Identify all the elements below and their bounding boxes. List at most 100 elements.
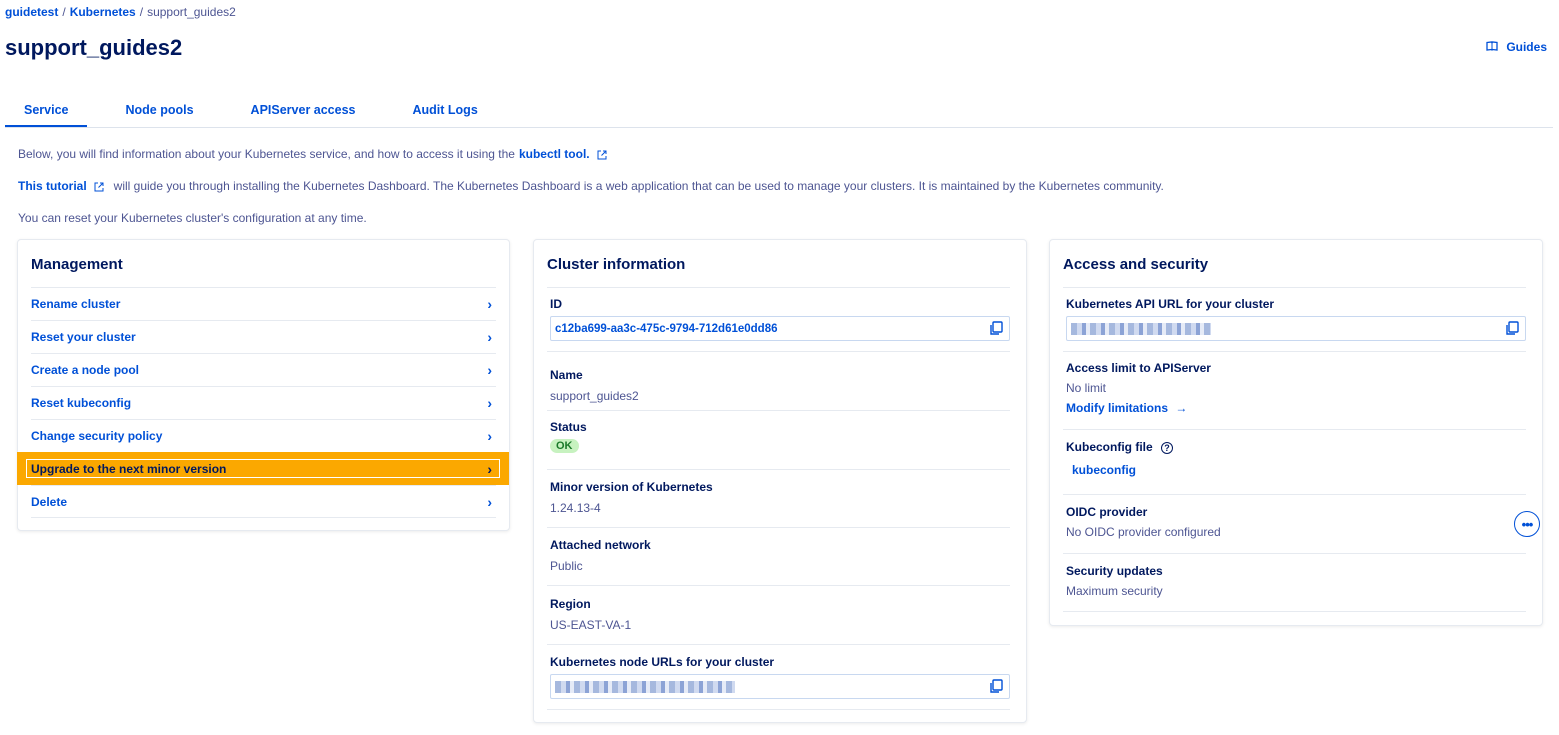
oidc-field: OIDC provider No OIDC provider configure…	[1063, 495, 1540, 554]
kubeconfig-download-link[interactable]: kubeconfig	[1072, 463, 1526, 477]
guides-label: Guides	[1506, 40, 1547, 54]
cluster-info-title: Cluster information	[547, 256, 686, 273]
tab-apiserver-access[interactable]: APIServer access	[232, 93, 375, 127]
change-security-policy-button[interactable]: Change security policy ›	[31, 419, 496, 452]
access-security-title: Access and security	[1063, 256, 1209, 273]
delete-label: Delete	[31, 494, 68, 509]
node-urls-field: Kubernetes node URLs for your cluster	[547, 645, 1010, 710]
network-field: Attached network Public	[547, 528, 1010, 586]
rename-cluster-label: Rename cluster	[31, 297, 121, 311]
upgrade-minor-version-label: Upgrade to the next minor version	[31, 461, 227, 476]
version-value: 1.24.13-4	[550, 501, 601, 515]
management-tile: Management Rename cluster › Reset your c…	[17, 239, 510, 531]
rename-cluster-button[interactable]: Rename cluster ›	[31, 287, 496, 320]
management-title: Management	[31, 256, 123, 273]
cluster-name-field: Name support_guides2	[547, 352, 1010, 411]
api-url-field: Kubernetes API URL for your cluster	[1063, 287, 1526, 352]
id-label: ID	[550, 297, 562, 311]
region-label: Region	[550, 597, 591, 611]
oidc-label: OIDC provider	[1066, 505, 1148, 519]
kubeconfig-label-row: Kubeconfig file ?	[1066, 440, 1526, 454]
cluster-id-value[interactable]: c12ba699-aa3c-475c-9794-712d61e0dd86	[555, 323, 778, 335]
node-urls-label: Kubernetes node URLs for your cluster	[550, 655, 775, 669]
access-limit-label: Access limit to APIServer	[1066, 361, 1211, 375]
kubeconfig-label: Kubeconfig file	[1066, 440, 1153, 454]
chevron-right-icon: ›	[487, 428, 492, 444]
tab-service[interactable]: Service	[5, 93, 88, 127]
reset-cluster-label: Reset your cluster	[31, 330, 136, 344]
intro-text-2: will guide you through installing the Ku…	[113, 179, 1164, 193]
cluster-id-field: ID c12ba699-aa3c-475c-9794-712d61e0dd86	[547, 287, 1010, 352]
chevron-right-icon: ›	[487, 460, 492, 477]
kubectl-link[interactable]: kubectl tool.	[519, 147, 590, 161]
status-badge: OK	[550, 439, 579, 453]
region-field: Region US-EAST-VA-1	[547, 586, 1010, 645]
tab-bar: Service Node pools APIServer access Audi…	[5, 93, 1553, 128]
delete-button[interactable]: Delete ›	[31, 485, 496, 518]
upgrade-minor-version-button[interactable]: Upgrade to the next minor version ›	[17, 452, 509, 485]
reset-cluster-button[interactable]: Reset your cluster ›	[31, 320, 496, 353]
chevron-right-icon: ›	[487, 296, 492, 312]
tab-node-pools[interactable]: Node pools	[106, 93, 212, 127]
copy-icon[interactable]	[1505, 321, 1519, 336]
cluster-info-tile: Cluster information ID c12ba699-aa3c-475…	[533, 239, 1027, 723]
kubeconfig-field: Kubeconfig file ? kubeconfig	[1063, 430, 1526, 495]
external-link-icon	[94, 181, 104, 192]
node-urls-copy-box	[550, 674, 1010, 699]
intro-text-3: You can reset your Kubernetes cluster's …	[18, 211, 367, 225]
status-label: Status	[550, 420, 587, 434]
breadcrumb: guidetest / Kubernetes / support_guides2	[5, 5, 236, 19]
breadcrumb-separator: /	[139, 5, 144, 19]
chevron-right-icon: ›	[487, 493, 492, 510]
chevron-right-icon: ›	[487, 329, 492, 345]
breadcrumb-kubernetes[interactable]: Kubernetes	[70, 5, 136, 19]
api-url-copy-box	[1066, 316, 1526, 341]
page-title: support_guides2	[5, 35, 183, 60]
help-icon[interactable]: ?	[1161, 441, 1174, 454]
access-limit-value: No limit	[1066, 381, 1107, 395]
breadcrumb-current: support_guides2	[147, 5, 236, 19]
version-label: Minor version of Kubernetes	[550, 480, 713, 494]
name-label: Name	[550, 368, 583, 382]
region-value: US-EAST-VA-1	[550, 618, 632, 632]
breadcrumb-guidetest[interactable]: guidetest	[5, 5, 58, 19]
reset-kubeconfig-button[interactable]: Reset kubeconfig ›	[31, 386, 496, 419]
create-node-pool-button[interactable]: Create a node pool ›	[31, 353, 496, 386]
tutorial-link[interactable]: This tutorial	[18, 179, 87, 193]
redacted-api-url	[1071, 322, 1211, 335]
intro-text-1: Below, you will find information about y…	[18, 147, 515, 161]
breadcrumb-separator: /	[62, 5, 66, 19]
name-value: support_guides2	[550, 389, 639, 403]
security-updates-label: Security updates	[1066, 564, 1163, 578]
tab-audit-logs[interactable]: Audit Logs	[394, 93, 497, 127]
chevron-right-icon: ›	[487, 395, 492, 411]
oidc-value: No OIDC provider configured	[1066, 525, 1221, 539]
external-link-icon	[597, 149, 607, 160]
version-field: Minor version of Kubernetes 1.24.13-4	[547, 470, 1010, 528]
guides-link[interactable]: Guides	[1486, 40, 1547, 54]
id-copy-box: c12ba699-aa3c-475c-9794-712d61e0dd86	[550, 316, 1010, 341]
intro-line-1: Below, you will find information about y…	[18, 147, 607, 161]
oidc-more-actions-button[interactable]: •••	[1514, 511, 1540, 537]
access-security-tile: Access and security Kubernetes API URL f…	[1049, 239, 1543, 626]
copy-icon[interactable]	[989, 679, 1003, 694]
reset-kubeconfig-label: Reset kubeconfig	[31, 396, 132, 410]
create-node-pool-label: Create a node pool	[31, 363, 140, 377]
arrow-right-icon: →	[1175, 401, 1188, 415]
modify-limitations-link[interactable]: Modify limitations →	[1066, 401, 1526, 415]
access-limit-field: Access limit to APIServer No limit Modif…	[1063, 352, 1526, 430]
status-field: Status OK	[547, 411, 1010, 470]
security-updates-value: Maximum security	[1066, 584, 1163, 598]
security-updates-field: Security updates Maximum security	[1063, 554, 1526, 612]
modify-limitations-label: Modify limitations	[1066, 401, 1168, 415]
network-value: Public	[550, 559, 583, 573]
intro-line-2: This tutorial will guide you through ins…	[18, 179, 1164, 193]
network-label: Attached network	[550, 538, 651, 552]
chevron-right-icon: ›	[487, 362, 492, 378]
ellipsis-icon: •••	[1521, 516, 1534, 532]
intro-line-3: You can reset your Kubernetes cluster's …	[18, 211, 367, 225]
copy-icon[interactable]	[989, 321, 1003, 336]
redacted-node-url	[555, 680, 735, 693]
book-icon	[1486, 40, 1498, 54]
change-security-policy-label: Change security policy	[31, 429, 163, 443]
